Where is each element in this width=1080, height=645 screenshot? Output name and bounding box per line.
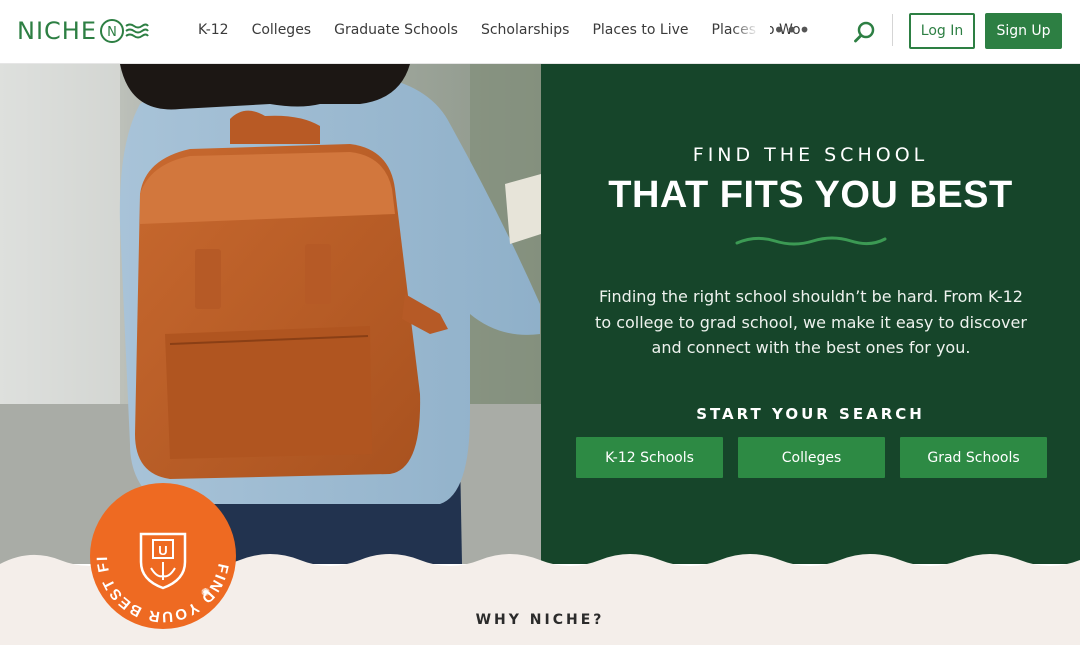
niche-logo[interactable]: NICHE N	[17, 16, 149, 46]
nav-places-to-live[interactable]: Places to Live	[592, 22, 688, 38]
niche-wave-logo-icon: N	[100, 19, 149, 43]
nav-k12[interactable]: K-12	[198, 22, 229, 38]
main-nav: K-12 Colleges Graduate Schools Scholarsh…	[198, 22, 824, 38]
nav-scholarships[interactable]: Scholarships	[481, 22, 569, 38]
hero-headline: THAT FITS YOU BEST	[608, 174, 1013, 216]
hero-eyebrow: FIND THE SCHOOL	[692, 144, 929, 166]
colleges-button[interactable]: Colleges	[738, 437, 885, 478]
svg-text:N: N	[107, 25, 117, 40]
nav-graduate-schools[interactable]: Graduate Schools	[334, 22, 458, 38]
hero-photo	[0, 64, 541, 564]
nav-colleges[interactable]: Colleges	[252, 22, 312, 38]
start-search-label: START YOUR SEARCH	[696, 405, 925, 423]
site-header: NICHE N K-12 Colleges Graduate Schools S…	[0, 0, 1080, 64]
nav-fade	[732, 18, 770, 46]
header-divider	[892, 14, 893, 46]
grad-schools-button[interactable]: Grad Schools	[900, 437, 1047, 478]
more-icon[interactable]: •••	[773, 20, 811, 40]
badge-star-icon: ✺	[201, 586, 210, 599]
k12-schools-button[interactable]: K-12 Schools	[576, 437, 723, 478]
best-fit-badge: FIND YOUR BEST FIT SCHOOL U ✺	[89, 482, 236, 629]
logo-wordmark: NICHE	[17, 17, 97, 45]
svg-text:U: U	[158, 543, 167, 558]
search-icon[interactable]	[852, 19, 878, 45]
hero-description: Finding the right school shouldn’t be ha…	[595, 287, 1027, 357]
login-button[interactable]: Log In	[909, 13, 975, 49]
hero-panel: FIND THE SCHOOL THAT FITS YOU BEST Findi…	[541, 64, 1080, 564]
student-backpack-illustration	[0, 64, 541, 564]
squiggle-divider	[735, 236, 887, 246]
signup-button[interactable]: Sign Up	[985, 13, 1062, 49]
